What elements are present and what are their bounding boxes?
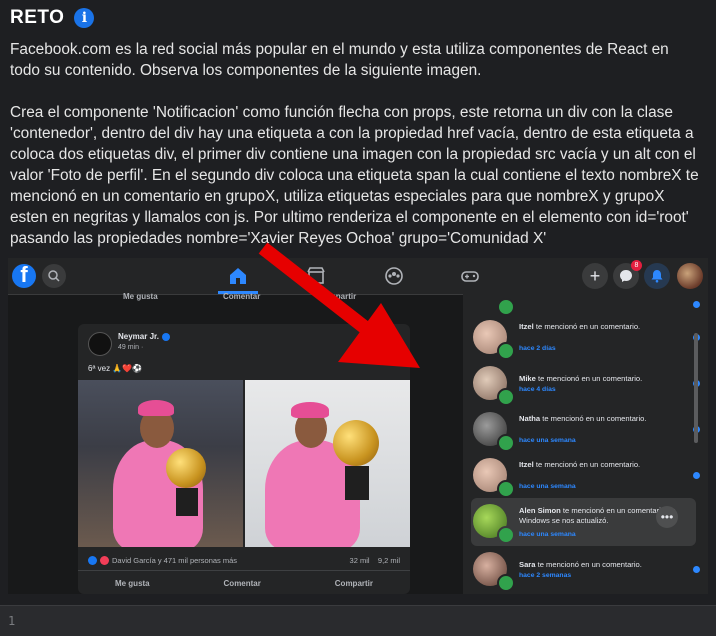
notification-message: te mencionó en un comentario. xyxy=(535,374,643,383)
pink-cap xyxy=(291,402,329,418)
notification-message: te mencionó en un comentario. xyxy=(533,322,641,331)
messenger-badge: 8 xyxy=(631,260,642,271)
unread-dot xyxy=(693,472,700,479)
code-editor[interactable]: 1 xyxy=(0,605,716,636)
notification-message: te mencionó en un comentario. xyxy=(540,414,647,423)
line-number: 1 xyxy=(8,614,16,628)
notification-message: te mencionó en un comentario. xyxy=(533,460,641,469)
post-photo-right xyxy=(245,380,410,547)
notification-name: Itzel xyxy=(519,460,534,469)
notification-time: hace una semana xyxy=(519,483,576,490)
comment-count: 32 mil xyxy=(349,556,370,565)
notification-name: Alen Simon xyxy=(519,506,561,515)
notifications-bell-icon xyxy=(644,263,670,289)
notification-name: Natha xyxy=(519,414,541,423)
comment-badge-icon xyxy=(497,388,515,406)
notification-name: Sara xyxy=(519,560,536,569)
facebook-screenshot: f + 8 Me gusta Comentar Compartir Neymar… xyxy=(8,258,708,594)
notification-time: hace una semana xyxy=(519,437,576,444)
verified-icon xyxy=(161,332,170,341)
notifications-panel: Itzel te mencionó en un comentario. hace… xyxy=(463,294,708,594)
notification-name: Itzel xyxy=(519,322,534,331)
notification-time: hace 2 semanas xyxy=(519,572,572,579)
like-button: Me gusta xyxy=(114,578,150,588)
comment-badge-icon xyxy=(497,480,515,498)
share-button: Compartir xyxy=(334,578,374,588)
notification-time: hace 2 días xyxy=(519,345,556,352)
marketplace-icon xyxy=(307,267,325,284)
share-count: 9,2 mil xyxy=(377,556,400,565)
post-actions: Me gusta Comentar Compartir xyxy=(78,570,410,594)
notification-text: Itzel te mencionó en un comentario. xyxy=(519,322,689,332)
notification-item: Itzel te mencionó en un comentario. hace… xyxy=(471,314,700,360)
home-icon xyxy=(230,268,246,284)
reactions-summary: David García y 471 mil personas más xyxy=(88,556,237,565)
search-icon xyxy=(42,264,66,288)
trophy-base xyxy=(345,466,369,500)
trophy-ball xyxy=(166,448,206,488)
instructions: Facebook.com es la red social más popula… xyxy=(10,39,700,270)
post-photo-left xyxy=(78,380,243,547)
menu-plus-icon: + xyxy=(582,263,608,289)
share-label: Compartir xyxy=(318,292,357,301)
unread-dot xyxy=(693,566,700,573)
profile-avatar xyxy=(677,263,703,289)
comment-badge-icon xyxy=(497,342,515,360)
facebook-logo-icon: f xyxy=(12,264,36,288)
notification-item: Mike te mencionó en un comentario. hace … xyxy=(471,360,700,406)
notification-message: te mencionó en un comentario. xyxy=(535,560,642,569)
gaming-icon xyxy=(461,271,479,282)
post-counts: 32 mil 9,2 mil xyxy=(350,556,400,565)
notification-text: Natha te mencionó en un comentario. xyxy=(519,414,689,424)
notification-item: Itzel te mencionó en un comentario. hace… xyxy=(471,452,700,498)
facebook-topbar: f + 8 xyxy=(8,258,708,295)
notification-text: Itzel te mencionó en un comentario. xyxy=(519,460,689,470)
comment-badge-icon xyxy=(497,526,515,544)
notification-name: Mike xyxy=(519,374,536,383)
like-label: Me gusta xyxy=(123,292,158,301)
post-author-avatar xyxy=(88,332,112,356)
post-author: Neymar Jr. xyxy=(118,332,170,341)
trophy-base xyxy=(176,488,198,516)
notification-item: Sara te mencionó en un comentario. hace … xyxy=(471,546,700,592)
groups-icon xyxy=(385,267,403,285)
post-time: 49 min · xyxy=(118,344,144,351)
pink-cap xyxy=(138,400,174,416)
intro-paragraph: Facebook.com es la red social más popula… xyxy=(10,41,669,79)
notification-time: hace 4 días xyxy=(519,386,556,393)
notification-item: Natha te mencionó en un comentario. hace… xyxy=(471,406,700,452)
more-options-icon: ••• xyxy=(656,506,678,528)
post-card: Neymar Jr. 49 min · 6ª vez 🙏❤️⚽ David Ga… xyxy=(78,324,410,594)
notification-text: Mike te mencionó en un comentario. xyxy=(519,374,689,384)
comment-badge-icon xyxy=(497,434,515,452)
post-author-name: Neymar Jr. xyxy=(118,332,159,341)
comment-label: Comentar xyxy=(223,292,261,301)
trophy-ball xyxy=(333,420,379,466)
notification-time: hace una semana xyxy=(519,531,576,538)
like-reaction-icon xyxy=(88,556,97,565)
notification-partial xyxy=(471,296,700,316)
header: RETO i xyxy=(10,7,95,29)
page-title: RETO xyxy=(10,7,65,28)
post-text: 6ª vez 🙏❤️⚽ xyxy=(88,364,143,373)
task-paragraph: Crea el componente 'Notificacion' como f… xyxy=(10,104,699,247)
love-reaction-icon xyxy=(100,556,109,565)
unread-dot xyxy=(693,301,700,308)
previous-post-actions: Me gusta Comentar Compartir xyxy=(78,292,410,304)
comment-button: Comentar xyxy=(223,578,261,588)
comment-badge-icon xyxy=(497,574,515,592)
notification-text: Sara te mencionó en un comentario. xyxy=(519,560,689,570)
info-icon[interactable]: i xyxy=(74,8,95,28)
notifications-scrollbar xyxy=(694,333,698,443)
reactions-text: David García y 471 mil personas más xyxy=(112,556,238,565)
